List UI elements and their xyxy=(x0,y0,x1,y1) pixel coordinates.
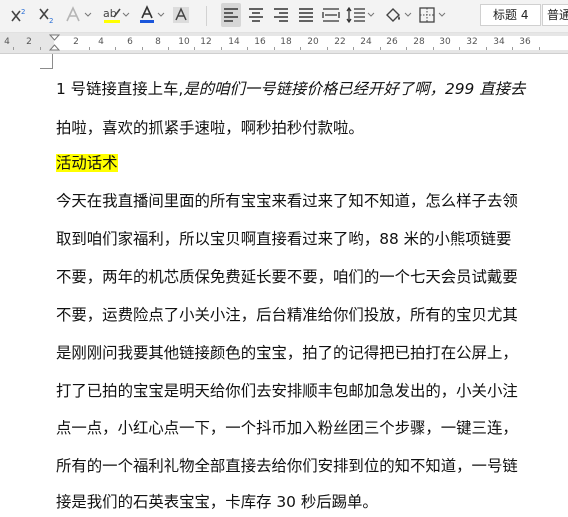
align-left-icon[interactable] xyxy=(221,3,241,27)
ruler-label: 18 xyxy=(280,37,292,47)
ruler-label: 28 xyxy=(413,37,425,47)
align-distributed-icon[interactable] xyxy=(320,3,342,27)
body-line: 是刚刚问我要其他链接颜色的宝宝，拍了的记得把已拍打在公屏上， xyxy=(56,344,518,362)
borders-icon[interactable] xyxy=(416,3,438,27)
ruler-label: 34 xyxy=(493,37,505,47)
body-line: 接是我们的石英表宝宝，卡库存 30 秒后踢单。 xyxy=(56,493,378,511)
font-color-caret-icon[interactable] xyxy=(157,11,165,19)
text-effect-icon[interactable] xyxy=(62,3,84,27)
para1-normal-text: 1 号链接直接上车, xyxy=(56,80,184,98)
shading-caret-icon[interactable] xyxy=(404,11,412,19)
align-justify-icon[interactable] xyxy=(295,3,317,27)
highlight-caret-icon[interactable] xyxy=(122,11,130,19)
svg-text:ab: ab xyxy=(103,7,117,20)
borders-caret-icon[interactable] xyxy=(438,11,446,19)
ruler-label: 10 xyxy=(178,37,190,47)
ruler-label: 36 xyxy=(519,37,531,47)
ruler-label: 4 xyxy=(98,37,104,47)
body-line: 打了已拍的宝宝是明天给你们去安排顺丰包邮加急发出的，小关小注 xyxy=(56,382,518,400)
align-center-icon[interactable] xyxy=(245,3,267,27)
style-normal-button[interactable]: 普通 xyxy=(542,4,568,26)
ruler-label: 4 xyxy=(4,37,10,47)
ruler-label: 16 xyxy=(254,37,266,47)
ruler-label: 12 xyxy=(200,37,212,47)
ruler-label: 26 xyxy=(386,37,398,47)
ruler-label: 30 xyxy=(439,37,451,47)
toolbar-separator xyxy=(206,6,207,26)
paragraph-line: 拍啦，喜欢的抓紧手速啦，啊秒拍秒付款啦。 xyxy=(56,119,364,137)
text-effect-caret-icon[interactable] xyxy=(84,11,92,19)
ruler-label: 20 xyxy=(307,37,319,47)
superscript-icon[interactable]: 2 xyxy=(8,3,30,27)
ruler-label: 8 xyxy=(155,37,161,47)
margin-corner-marker xyxy=(40,68,53,69)
indent-marker-icon[interactable] xyxy=(49,34,60,52)
svg-text:2: 2 xyxy=(21,8,25,16)
style-heading4-button[interactable]: 标题 4 xyxy=(480,4,541,26)
para1-italic-text: 是的咱们一号链接价格已经开好了啊，299 直接去 xyxy=(183,80,526,98)
body-line: 取到咱们家福利，所以宝贝啊直接看过来了哟，88 米的小熊项链要 xyxy=(56,230,512,248)
subscript-icon[interactable]: 2 xyxy=(36,3,58,27)
font-color-icon[interactable] xyxy=(136,3,158,27)
body-line: 不要，运费险点了小关小注，后台精准给你们投放，所有的宝贝尤其 xyxy=(56,306,518,324)
ruler-label: 14 xyxy=(228,37,240,47)
char-shading-icon[interactable] xyxy=(170,3,192,27)
horizontal-ruler[interactable]: 4 2 2 4 6 8 10 12 14 16 18 20 22 24 26 2… xyxy=(0,33,568,54)
ruler-label: 22 xyxy=(334,37,346,47)
body-line: 所有的一个福利礼物全部直接去给你们安排到位的知不知道，一号链 xyxy=(56,457,518,475)
svg-text:2: 2 xyxy=(49,17,53,24)
ruler-label: 2 xyxy=(26,37,32,47)
paragraph-shading-icon[interactable] xyxy=(382,3,404,27)
align-right-icon[interactable] xyxy=(270,3,292,27)
body-line: 不要，两年的机芯质保免费延长要不要，咱们的一个七天会员试戴要 xyxy=(56,268,518,286)
body-line: 点一点，小红心点一下，一个抖币加入粉丝团三个步骤，一键三连， xyxy=(56,419,518,437)
body-line: 今天在我直播间里面的所有宝宝来看过来了知不知道，怎么样子去领 xyxy=(56,192,518,210)
highlight-pen-icon[interactable]: ab xyxy=(101,3,123,27)
ruler-label: 24 xyxy=(360,37,372,47)
heading-line: 活动话术 xyxy=(56,150,118,176)
document-page[interactable]: 1 号链接直接上车,是的咱们一号链接价格已经开好了啊，299 直接去 拍啦，喜欢… xyxy=(0,54,568,517)
ruler-label: 32 xyxy=(466,37,478,47)
formatting-toolbar: 2 2 ab 标题 4 普 xyxy=(0,0,568,33)
line-spacing-icon[interactable] xyxy=(345,3,367,27)
margin-corner-marker xyxy=(52,54,53,68)
paragraph-line: 1 号链接直接上车,是的咱们一号链接价格已经开好了啊，299 直接去 xyxy=(56,76,525,102)
ruler-label: 6 xyxy=(127,37,133,47)
line-spacing-caret-icon[interactable] xyxy=(367,11,375,19)
highlighted-heading: 活动话术 xyxy=(56,154,118,172)
ruler-label: 2 xyxy=(73,37,79,47)
